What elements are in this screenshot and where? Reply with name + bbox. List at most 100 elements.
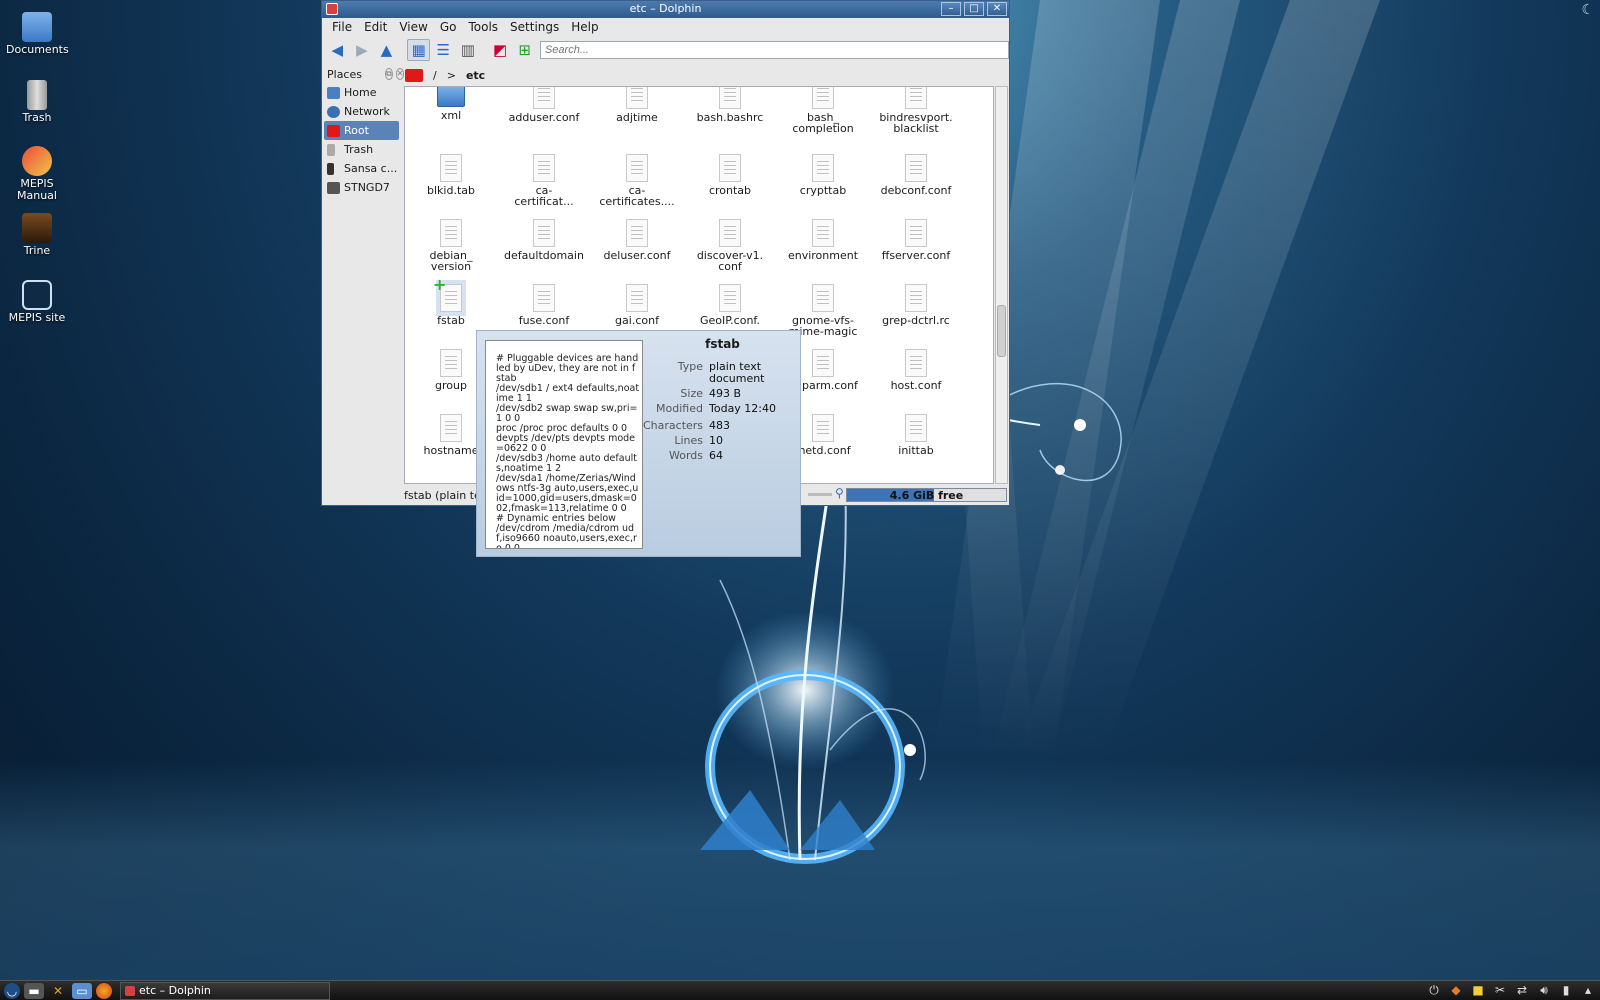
file-item[interactable]: fuse.conf xyxy=(498,284,590,326)
firefox-icon[interactable] xyxy=(96,982,112,999)
file-item[interactable]: debconf.conf xyxy=(870,154,962,196)
file-item[interactable]: ca- certificat... xyxy=(498,154,590,207)
text-file-icon xyxy=(440,219,462,247)
file-item[interactable]: crypttab xyxy=(777,154,869,196)
desktop-icon-mepis-site[interactable]: MEPIS site xyxy=(6,280,68,324)
file-item[interactable]: adduser.conf xyxy=(498,87,590,123)
place-network[interactable]: Network xyxy=(324,102,399,121)
breadcrumb-separator[interactable]: > xyxy=(447,69,456,82)
file-item[interactable]: ffserver.conf xyxy=(870,219,962,261)
file-item[interactable]: crontab xyxy=(684,154,776,196)
clipboard-icon[interactable]: ✂ xyxy=(1492,983,1508,998)
network-icon[interactable]: ⇄ xyxy=(1514,983,1530,998)
close-button[interactable]: ✕ xyxy=(987,2,1007,16)
battery-icon[interactable]: ▮ xyxy=(1558,983,1574,998)
add-selection-icon[interactable]: + xyxy=(433,277,446,293)
file-item[interactable]: defaultdomain xyxy=(498,219,590,261)
show-desktop-icon[interactable]: ▬ xyxy=(24,982,44,999)
desktop-icon-mepis-manual[interactable]: MEPIS Manual xyxy=(6,146,68,202)
place-sansa[interactable]: Sansa c... xyxy=(324,159,399,178)
toolbar: ◀ ▶ ▲ ▦ ☰ ▥ ◩ ⊞ xyxy=(322,37,1009,63)
text-file-icon: + xyxy=(433,277,462,312)
menu-edit[interactable]: Edit xyxy=(358,18,393,37)
text-file-icon xyxy=(905,284,927,312)
root-folder-icon[interactable] xyxy=(405,68,423,82)
updater-icon[interactable]: ◆ xyxy=(1448,983,1464,998)
details-view-icon: ☰ xyxy=(436,41,450,59)
columns-view-button[interactable]: ▥ xyxy=(457,39,480,61)
file-item[interactable]: gai.conf xyxy=(591,284,683,326)
details-view-button[interactable]: ☰ xyxy=(432,39,455,61)
file-item[interactable]: bash.bashrc xyxy=(684,87,776,123)
text-file-icon xyxy=(533,87,555,109)
file-item[interactable]: GeoIP.conf. xyxy=(684,284,776,326)
close-panel-icon[interactable]: ✕ xyxy=(395,68,405,80)
power-icon[interactable]: ⏻ xyxy=(1426,983,1442,998)
file-item[interactable]: + fstab xyxy=(405,277,497,327)
home-icon xyxy=(327,86,340,99)
task-dolphin[interactable]: etc – Dolphin xyxy=(120,981,330,1000)
up-button[interactable]: ▲ xyxy=(375,39,398,61)
arrow-up-icon[interactable]: ▴ xyxy=(1580,983,1596,998)
kmenu-icon[interactable]: ◡ xyxy=(4,982,20,999)
menu-help[interactable]: Help xyxy=(565,18,604,37)
file-item[interactable]: environment xyxy=(777,219,869,261)
tooltip-value: 10 xyxy=(709,434,723,447)
file-item[interactable]: xml xyxy=(405,87,497,121)
split-button[interactable]: ⊞ xyxy=(513,39,536,61)
icons-view-button[interactable]: ▦ xyxy=(407,39,430,61)
file-label: deluser.conf xyxy=(603,249,671,262)
menu-file[interactable]: File xyxy=(326,18,358,37)
breadcrumb-root[interactable]: / xyxy=(433,69,437,82)
menu-view[interactable]: View xyxy=(393,18,433,37)
menu-go[interactable]: Go xyxy=(434,18,463,37)
scrollbar-thumb[interactable] xyxy=(997,305,1006,357)
minimize-button[interactable]: – xyxy=(941,2,961,16)
place-trash[interactable]: Trash xyxy=(324,140,399,159)
notes-icon[interactable]: ■ xyxy=(1470,983,1486,998)
preview-button[interactable]: ◩ xyxy=(489,39,512,61)
menu-settings[interactable]: Settings xyxy=(504,18,565,37)
volume-icon[interactable]: 🔊︎ xyxy=(1536,983,1552,998)
zoom-slider[interactable] xyxy=(808,493,832,496)
breadcrumb-current[interactable]: etc xyxy=(466,69,485,82)
dolphin-app-icon[interactable] xyxy=(326,3,338,15)
file-item[interactable]: blkid.tab xyxy=(405,154,497,196)
place-home[interactable]: Home xyxy=(324,83,399,102)
place-root[interactable]: Root xyxy=(324,121,399,140)
tooltip-value: plain text document xyxy=(709,360,765,385)
desktop-icon-trash[interactable]: Trash xyxy=(6,80,68,124)
file-item[interactable]: grep-dctrl.rc xyxy=(870,284,962,326)
file-manager-icon[interactable]: ▭ xyxy=(72,982,92,999)
tooltip-value: 493 B xyxy=(709,387,742,400)
file-item[interactable]: inittab xyxy=(870,414,962,456)
search-input[interactable] xyxy=(539,41,1009,59)
desktop-icon-documents[interactable]: Documents xyxy=(6,12,69,56)
file-item[interactable]: deluser.conf xyxy=(591,219,683,261)
back-button[interactable]: ◀ xyxy=(326,39,349,61)
preview-icon: ◩ xyxy=(493,41,508,59)
file-label: host.conf xyxy=(890,379,942,392)
forward-button[interactable]: ▶ xyxy=(351,39,374,61)
tooltip-key: Modified xyxy=(656,402,703,415)
float-panel-icon[interactable]: ⧉ xyxy=(384,68,393,80)
maximize-button[interactable]: □ xyxy=(964,2,984,16)
window-titlebar[interactable]: etc – Dolphin – □ ✕ xyxy=(322,1,1009,18)
file-item[interactable]: host.conf xyxy=(870,349,962,391)
file-item[interactable]: adjtime xyxy=(591,87,683,123)
places-header: Places ⧉ ✕ xyxy=(324,65,405,83)
tools-icon[interactable]: ✕ xyxy=(48,983,68,999)
vertical-scrollbar[interactable] xyxy=(995,86,1008,484)
file-item[interactable]: debian_ version xyxy=(405,219,497,272)
file-item[interactable]: discover-v1. conf xyxy=(684,219,776,272)
text-file-icon xyxy=(812,154,834,182)
file-item[interactable]: bindresvport. blacklist xyxy=(870,87,962,134)
window-title: etc – Dolphin xyxy=(629,2,702,15)
menu-tools[interactable]: Tools xyxy=(462,18,504,37)
file-item[interactable]: bash_ completion xyxy=(777,87,869,134)
file-item[interactable]: ca- certificates.... xyxy=(591,154,683,207)
place-stngd7[interactable]: STNGD7 xyxy=(324,178,399,197)
arrow-up-icon: ▲ xyxy=(380,41,393,59)
desktop-icon-trine[interactable]: Trine xyxy=(6,213,68,257)
file-preview: # Pluggable devices are handled by uDev,… xyxy=(485,340,643,549)
